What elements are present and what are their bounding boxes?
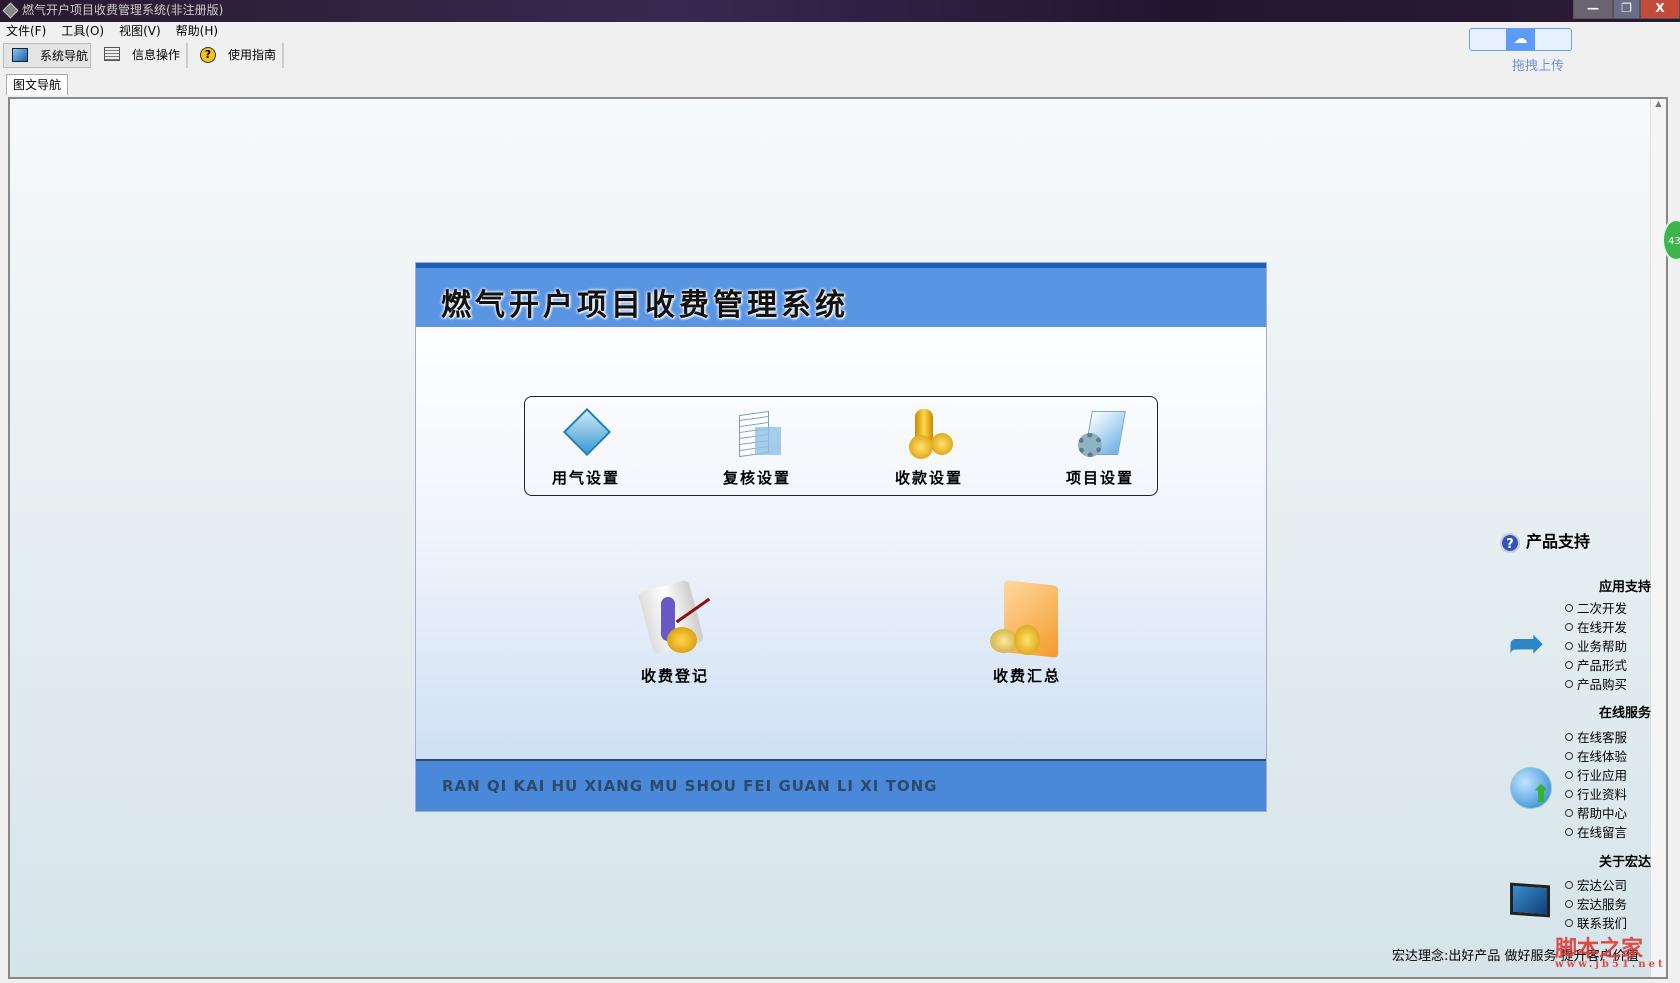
tab-graphic-nav[interactable]: 图文导航: [6, 74, 68, 95]
link-online-trial[interactable]: 在线体验: [1565, 747, 1627, 766]
cloud-icon: ☁: [1506, 29, 1535, 50]
section-about: 关于宏达: [1598, 855, 1651, 870]
watermark-logo: 脚本之家 www.jb51.net: [1555, 931, 1666, 970]
link-industry-app[interactable]: 行业应用: [1565, 766, 1627, 785]
help-icon: ?: [1500, 532, 1520, 553]
content-frame: ▲ 43 燃气开户项目收费管理系统 用气设置 复核设置 收款设置 项目设置 收费…: [8, 97, 1680, 979]
link-help-center[interactable]: 帮助中心: [1565, 804, 1627, 823]
restore-button[interactable]: ❐: [1613, 0, 1640, 19]
window-title: 燃气开户项目收费管理系统(非注册版): [22, 3, 224, 17]
panel-footer: RAN QI KAI HU XIANG MU SHOU FEI GUAN LI …: [416, 759, 1266, 811]
menu-help[interactable]: 帮助(H): [176, 22, 218, 41]
item-label: 收费汇总: [992, 667, 1061, 685]
menu-tools[interactable]: 工具(O): [61, 22, 104, 41]
sidebar-title: 产品支持: [1526, 532, 1591, 551]
monitor-icon: [12, 48, 28, 62]
item-label: 收费登记: [640, 667, 709, 685]
link-company[interactable]: 宏达公司: [1565, 876, 1627, 895]
monitor-icon: [1510, 882, 1550, 918]
panel-title: 燃气开户项目收费管理系统: [441, 288, 849, 323]
item-label: 项目设置: [1065, 469, 1134, 487]
link-online-cs[interactable]: 在线客服: [1565, 728, 1627, 747]
link-secondary-dev[interactable]: 二次开发: [1565, 599, 1627, 618]
payment-settings-button[interactable]: 收款设置: [864, 409, 994, 488]
item-label: 用气设置: [551, 469, 620, 487]
menu-view[interactable]: 视图(V): [119, 22, 161, 41]
folder-coins-icon: [986, 580, 1068, 659]
diamond-book-icon: [560, 407, 612, 461]
link-leave-message[interactable]: 在线留言: [1565, 823, 1627, 842]
help-icon: ?: [200, 47, 216, 63]
minimize-button[interactable]: —: [1573, 0, 1613, 19]
folder-gear-icon: [1074, 409, 1126, 461]
gas-settings-button[interactable]: 用气设置: [521, 407, 651, 488]
link-service[interactable]: 宏达服务: [1565, 895, 1627, 914]
toolbar-user-guide[interactable]: ? 使用指南: [192, 43, 284, 68]
upload-label: 拖拽上传: [1512, 59, 1565, 74]
watermark-url: www.jb51.net: [1555, 959, 1666, 970]
arrow-icon: ➦: [1508, 618, 1545, 669]
section-online-service: 在线服务: [1598, 706, 1651, 721]
register-icon: [637, 579, 711, 659]
toolbar-label: 信息操作: [132, 48, 181, 62]
panel-header: 燃气开户项目收费管理系统: [416, 263, 1266, 327]
link-product-form[interactable]: 产品形式: [1565, 656, 1627, 675]
link-product-purchase[interactable]: 产品购买: [1565, 675, 1627, 694]
online-service-list: 在线客服 在线体验 行业应用 行业资料 帮助中心 在线留言: [1565, 728, 1627, 842]
app-support-list: 二次开发 在线开发 业务帮助 产品形式 产品购买: [1565, 599, 1627, 694]
product-support-heading: ? 产品支持: [1500, 531, 1590, 553]
settings-box: 用气设置 复核设置 收款设置 项目设置: [524, 396, 1158, 496]
section-app-support: 应用支持: [1598, 580, 1651, 595]
item-label: 复核设置: [722, 469, 791, 487]
clipboard-icon: [731, 409, 783, 461]
drag-upload-button[interactable]: ☁ 拖拽上传: [1469, 28, 1572, 74]
link-industry-info[interactable]: 行业资料: [1565, 785, 1627, 804]
fee-summary-button[interactable]: 收费汇总: [962, 580, 1092, 686]
review-settings-button[interactable]: 复核设置: [692, 409, 822, 488]
toolbar: 系统导航 信息操作 ? 使用指南: [0, 41, 1680, 69]
fee-register-button[interactable]: 收费登记: [610, 579, 740, 686]
grid-icon: [104, 47, 120, 61]
about-list: 宏达公司 宏达服务 联系我们: [1565, 876, 1627, 933]
main-panel: 燃气开户项目收费管理系统 用气设置 复核设置 收款设置 项目设置 收费登记 收费…: [415, 262, 1267, 812]
project-settings-button[interactable]: 项目设置: [1035, 409, 1165, 488]
menu-file[interactable]: 文件(F): [6, 22, 46, 41]
title-bar: 燃气开户项目收费管理系统(非注册版) — ❐ X: [0, 0, 1680, 22]
item-label: 收款设置: [894, 469, 963, 487]
toolbar-system-nav[interactable]: 系统导航: [3, 43, 91, 68]
link-business-help[interactable]: 业务帮助: [1565, 637, 1627, 656]
toolbar-info-ops[interactable]: 信息操作: [96, 43, 188, 68]
link-online-dev[interactable]: 在线开发: [1565, 618, 1627, 637]
globe-icon: ⬆: [1510, 767, 1552, 809]
coins-icon: [903, 409, 955, 461]
toolbar-label: 系统导航: [40, 49, 89, 63]
close-button[interactable]: X: [1640, 0, 1680, 19]
toolbar-label: 使用指南: [228, 48, 277, 62]
app-icon: [2, 2, 19, 19]
menu-bar: 文件(F) 工具(O) 视图(V) 帮助(H): [0, 22, 1680, 41]
